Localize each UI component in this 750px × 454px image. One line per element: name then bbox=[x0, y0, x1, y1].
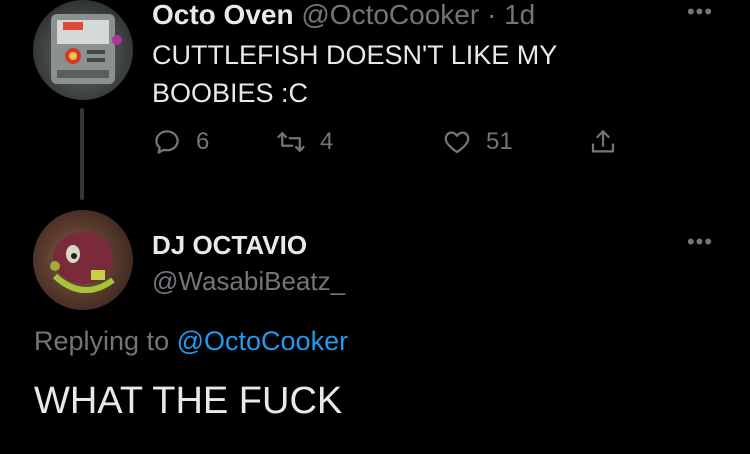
dj-octavio-avatar-art bbox=[50, 232, 115, 294]
display-name[interactable]: Octo Oven bbox=[152, 0, 294, 30]
tweet-text: WHAT THE FUCK bbox=[34, 380, 343, 422]
avatar[interactable] bbox=[33, 210, 133, 310]
reply-bubble-icon bbox=[155, 130, 179, 154]
octo-oven-avatar-art bbox=[51, 14, 122, 84]
like-count: 51 bbox=[486, 128, 513, 155]
parent-tweet[interactable]: Octo Oven @OctoCooker · 1d ••• CUTTLEFIS… bbox=[0, 0, 750, 200]
heart-icon bbox=[444, 131, 470, 154]
mention-link[interactable]: @OctoCooker bbox=[177, 326, 348, 356]
reply-count: 6 bbox=[196, 128, 210, 155]
timestamp[interactable]: 1d bbox=[504, 0, 535, 30]
tweet-text-line: BOOBIES :C bbox=[152, 78, 309, 108]
more-horizontal-icon[interactable]: ••• bbox=[680, 1, 720, 23]
thread-line bbox=[80, 108, 84, 200]
tweet-text: CUTTLEFISH DOESN'T LIKE MY BOOBIES :C bbox=[152, 36, 712, 112]
retweet-icon bbox=[277, 132, 305, 152]
user-handle[interactable]: @OctoCooker bbox=[301, 0, 479, 30]
separator-dot: · bbox=[486, 0, 497, 30]
display-name[interactable]: DJ OCTAVIO bbox=[152, 230, 307, 261]
share-icon bbox=[591, 130, 615, 153]
tweet-text-line: CUTTLEFISH DOESN'T LIKE MY bbox=[152, 40, 558, 70]
tweet-header: Octo Oven @OctoCooker · 1d bbox=[152, 0, 535, 30]
replying-to: Replying to @OctoCooker bbox=[34, 326, 348, 357]
tweet-actions: 6 4 51 bbox=[152, 124, 672, 160]
share-button[interactable] bbox=[588, 124, 618, 160]
reply-button[interactable]: 6 bbox=[152, 124, 209, 160]
avatar[interactable] bbox=[33, 0, 133, 100]
more-horizontal-icon[interactable]: ••• bbox=[680, 231, 720, 253]
like-button[interactable]: 51 bbox=[442, 124, 513, 160]
retweet-button[interactable]: 4 bbox=[276, 124, 333, 160]
retweet-count: 4 bbox=[320, 128, 334, 155]
replying-to-label: Replying to bbox=[34, 326, 170, 356]
user-handle[interactable]: @WasabiBeatz_ bbox=[152, 266, 345, 297]
